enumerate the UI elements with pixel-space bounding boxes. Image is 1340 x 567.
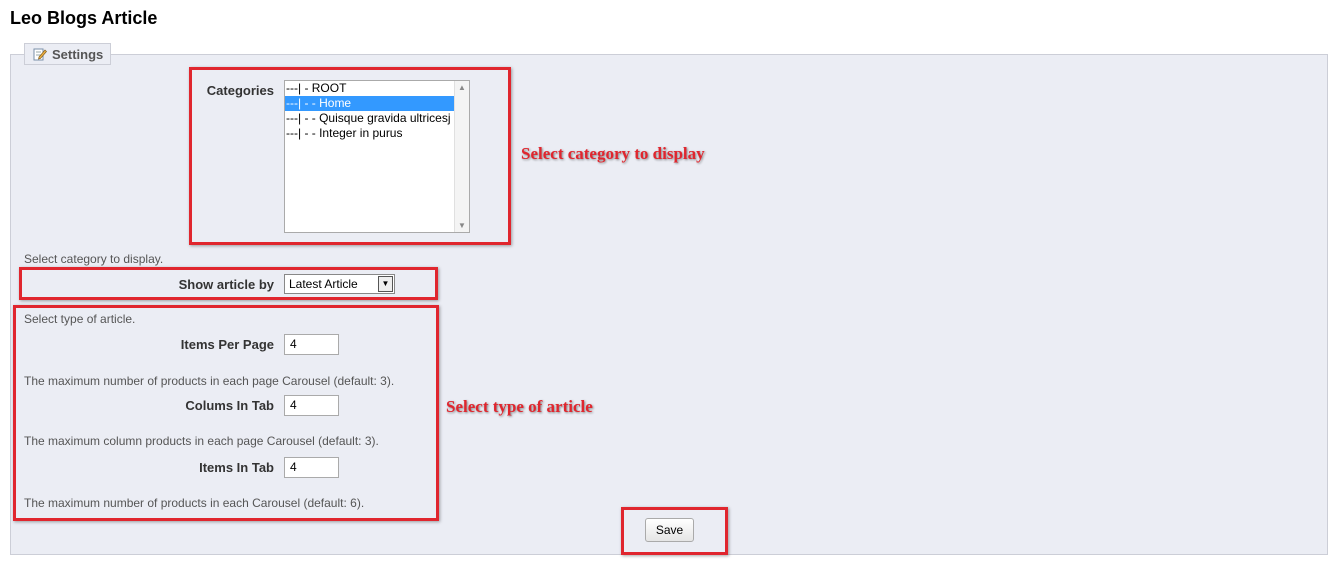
annotation-box-show-article	[19, 267, 438, 300]
annotation-type-text: Select type of article	[446, 397, 593, 416]
edit-icon	[33, 48, 47, 61]
annotation-box-save	[621, 507, 728, 555]
annotation-box-article-settings	[13, 305, 439, 521]
page-title: Leo Blogs Article	[10, 8, 158, 28]
categories-help: Select category to display.	[24, 252, 164, 266]
annotation-category-text: Select category to display	[521, 144, 705, 163]
settings-legend: Settings	[24, 43, 112, 65]
annotation-box-categories	[189, 67, 511, 245]
settings-legend-label: Settings	[52, 46, 104, 62]
